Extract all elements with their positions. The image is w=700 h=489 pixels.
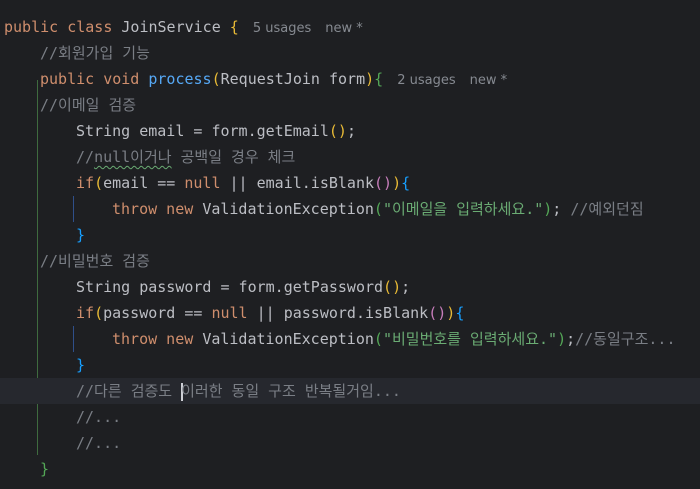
code-token: } — [40, 460, 50, 478]
code-text: //비밀번호 검증 — [40, 248, 150, 274]
code-token: ( — [373, 200, 383, 218]
code-text: String password = form.getPassword(); — [76, 274, 410, 300]
code-token: ValidationException — [202, 200, 374, 218]
code-token: { — [374, 70, 384, 88]
code-text: public class JoinService {5 usages new * — [4, 14, 363, 42]
code-line[interactable]: //비밀번호 검증 — [0, 248, 700, 274]
usages-hint[interactable]: 2 usages — [397, 73, 455, 88]
code-token: 공백일 경우 체크 — [171, 148, 296, 166]
code-line[interactable]: if(email == null || email.isBlank()){ — [0, 170, 700, 196]
code-token: JoinService — [121, 18, 230, 36]
code-token: null이거나 — [94, 148, 172, 166]
code-token: { — [401, 174, 411, 192]
code-token: ) — [557, 330, 567, 348]
code-token: null — [184, 174, 221, 192]
code-token: if — [76, 304, 95, 322]
code-token: //회원가입 기능 — [40, 44, 150, 62]
code-token: () — [328, 122, 347, 140]
code-line[interactable]: } — [0, 222, 700, 248]
code-text: if(password == null || password.isBlank(… — [76, 300, 464, 326]
code-token: //... — [76, 434, 122, 452]
code-line[interactable]: String email = form.getEmail(); — [0, 118, 700, 144]
code-token: //예외던짐 — [570, 200, 644, 218]
code-token: } — [76, 356, 86, 374]
code-token: process — [148, 70, 212, 88]
code-text: } — [76, 352, 85, 378]
code-line[interactable]: } — [0, 456, 700, 482]
code-token: public void — [40, 70, 149, 88]
code-token: ( — [211, 70, 221, 88]
code-token: throw new — [112, 200, 203, 218]
code-line[interactable]: //null이거나 공백일 경우 체크 — [0, 144, 700, 170]
code-token: () — [383, 278, 402, 296]
code-token: "비밀번호를 입력하세요." — [382, 330, 558, 348]
code-token: () — [428, 304, 447, 322]
code-token: ) — [365, 70, 375, 88]
code-token: ; — [566, 330, 576, 348]
code-line[interactable]: throw new ValidationException("비밀번호를 입력하… — [0, 326, 700, 352]
code-token: public class — [4, 18, 122, 36]
code-line[interactable]: public void process(RequestJoin form){2 … — [0, 66, 700, 92]
code-token: null — [211, 304, 248, 322]
code-token: ) — [543, 200, 553, 218]
code-token: email == — [103, 174, 185, 192]
usages-hint[interactable]: 5 usages — [253, 21, 311, 36]
code-text: //... — [76, 430, 121, 456]
code-token: ) — [392, 174, 402, 192]
code-token: 이러한 동일 구조 반복될거임... — [181, 382, 401, 400]
code-token: } — [76, 226, 86, 244]
code-text: String email = form.getEmail(); — [76, 118, 356, 144]
code-text: if(email == null || email.isBlank()){ — [76, 170, 410, 196]
code-line[interactable]: String password = form.getPassword(); — [0, 274, 700, 300]
code-token: ; — [552, 200, 571, 218]
code-token: || password.isBlank — [247, 304, 429, 322]
code-line[interactable]: //회원가입 기능 — [0, 40, 700, 66]
code-token: String password = form.getPassword — [76, 278, 384, 296]
code-text: //이메일 검증 — [40, 92, 136, 118]
code-text: //회원가입 기능 — [40, 40, 150, 66]
code-text: } — [76, 222, 85, 248]
code-token: ValidationException — [202, 330, 374, 348]
code-line[interactable]: //... — [0, 404, 700, 430]
code-token: ( — [373, 330, 383, 348]
code-line[interactable]: if(password == null || password.isBlank(… — [0, 300, 700, 326]
code-token: //이메일 검증 — [40, 96, 137, 114]
code-text: //null이거나 공백일 경우 체크 — [76, 144, 295, 170]
code-line[interactable]: //다른 검증도 이러한 동일 구조 반복될거임... — [0, 378, 700, 404]
code-line[interactable]: } — [0, 352, 700, 378]
code-text: //다른 검증도 이러한 동일 구조 반복될거임... — [76, 378, 401, 404]
code-token: if — [76, 174, 95, 192]
code-token: ) — [446, 304, 456, 322]
code-line[interactable]: throw new ValidationException("이메일을 입력하세… — [0, 196, 700, 222]
code-token: //비밀번호 검증 — [40, 252, 150, 270]
code-token: "이메일을 입력하세요." — [382, 200, 544, 218]
code-token: || email.isBlank — [220, 174, 375, 192]
code-token: ( — [94, 304, 104, 322]
code-token: { — [229, 18, 239, 36]
code-text: } — [40, 456, 49, 482]
code-line[interactable]: //이메일 검증 — [0, 92, 700, 118]
code-text: //... — [76, 404, 121, 430]
author-hint[interactable]: new * — [470, 73, 508, 88]
code-token: RequestJoin form — [220, 70, 366, 88]
code-token: password == — [103, 304, 212, 322]
code-token: //다른 검증도 — [76, 382, 182, 400]
code-text: throw new ValidationException("비밀번호를 입력하… — [112, 326, 675, 352]
code-token: //동일구조... — [575, 330, 676, 348]
code-line[interactable]: public class JoinService {5 usages new * — [0, 14, 700, 40]
code-token: ; — [346, 122, 356, 140]
code-token: // — [76, 148, 95, 166]
code-token: () — [374, 174, 393, 192]
code-editor[interactable]: public class JoinService {5 usages new * /… — [0, 0, 700, 489]
code-token: ; — [401, 278, 411, 296]
code-token: throw new — [112, 330, 203, 348]
code-token: String email = form.getEmail — [76, 122, 329, 140]
code-token: ( — [94, 174, 104, 192]
code-text: public void process(RequestJoin form){2 … — [40, 66, 507, 94]
code-text: throw new ValidationException("이메일을 입력하세… — [112, 196, 644, 222]
author-hint[interactable]: new * — [325, 21, 363, 36]
code-token: { — [455, 304, 465, 322]
code-token: //... — [76, 408, 122, 426]
code-line[interactable]: //... — [0, 430, 700, 456]
